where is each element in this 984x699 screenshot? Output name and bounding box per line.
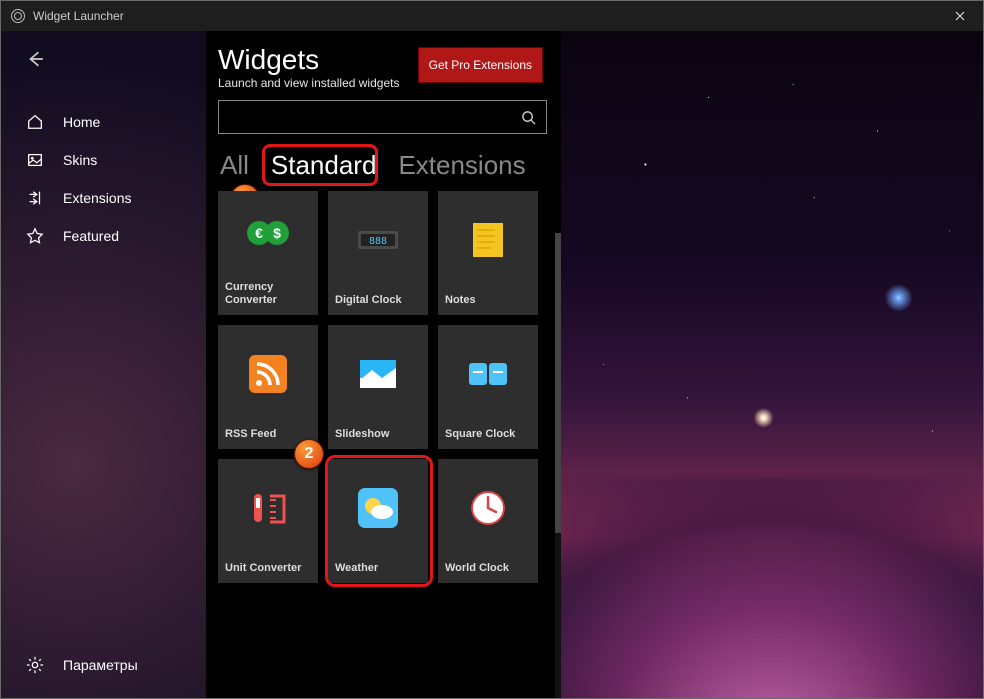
main-panel: Widgets Launch and view installed widget… bbox=[206, 31, 561, 698]
svg-text:$: $ bbox=[273, 225, 281, 241]
widget-weather[interactable]: Weather bbox=[328, 459, 428, 583]
widget-label: Notes bbox=[438, 288, 538, 315]
digital-clock-icon: 888 bbox=[328, 191, 428, 288]
get-pro-button[interactable]: Get Pro Extensions bbox=[418, 47, 543, 83]
sidebar-item-label: Home bbox=[63, 114, 100, 130]
widget-label: Currency Converter bbox=[218, 275, 318, 315]
widget-label: Square Clock bbox=[438, 422, 538, 449]
widget-digital-clock[interactable]: 888 Digital Clock bbox=[328, 191, 428, 315]
skins-icon bbox=[25, 150, 45, 170]
rss-icon bbox=[218, 325, 318, 422]
widget-grid-wrap: €$ Currency Converter 888 Digital Clock bbox=[206, 191, 561, 698]
back-arrow-icon bbox=[26, 50, 44, 68]
back-button[interactable] bbox=[13, 37, 57, 81]
widget-label: Weather bbox=[328, 556, 428, 583]
unit-converter-icon bbox=[218, 459, 318, 556]
sidebar: Home Skins Extensions Featured Параметры bbox=[1, 31, 206, 698]
search-input[interactable] bbox=[218, 100, 547, 134]
titlebar: Widget Launcher bbox=[1, 1, 983, 31]
page-title: Widgets bbox=[218, 45, 418, 74]
svg-text:888: 888 bbox=[369, 236, 387, 247]
slideshow-icon bbox=[328, 325, 428, 422]
app-window: Widget Launcher Home Skins bbox=[0, 0, 984, 699]
widget-square-clock[interactable]: Square Clock bbox=[438, 325, 538, 449]
tab-all[interactable]: All bbox=[218, 150, 251, 181]
window-title: Widget Launcher bbox=[33, 9, 124, 23]
sidebar-item-label: Skins bbox=[63, 152, 97, 168]
nav: Home Skins Extensions Featured bbox=[1, 103, 206, 255]
square-clock-icon bbox=[438, 325, 538, 422]
widget-unit-converter[interactable]: Unit Converter bbox=[218, 459, 318, 583]
widget-label: World Clock bbox=[438, 556, 538, 583]
widget-slideshow[interactable]: Slideshow bbox=[328, 325, 428, 449]
extensions-icon bbox=[25, 188, 45, 208]
sidebar-item-extensions[interactable]: Extensions bbox=[1, 179, 206, 217]
world-clock-icon bbox=[438, 459, 538, 556]
widget-label: Digital Clock bbox=[328, 288, 428, 315]
widget-notes[interactable]: Notes bbox=[438, 191, 538, 315]
widget-label: Unit Converter bbox=[218, 556, 318, 583]
sidebar-item-skins[interactable]: Skins bbox=[1, 141, 206, 179]
notes-icon bbox=[438, 191, 538, 288]
sidebar-item-settings[interactable]: Параметры bbox=[1, 646, 206, 684]
widget-world-clock[interactable]: World Clock bbox=[438, 459, 538, 583]
widget-label: Slideshow bbox=[328, 422, 428, 449]
app-body: Home Skins Extensions Featured Параметры bbox=[1, 31, 983, 698]
sidebar-item-label: Extensions bbox=[63, 190, 131, 206]
widget-grid: €$ Currency Converter 888 Digital Clock bbox=[218, 191, 551, 583]
weather-icon bbox=[328, 459, 428, 556]
search-icon bbox=[521, 110, 536, 125]
desktop-wallpaper bbox=[561, 31, 983, 698]
home-icon bbox=[25, 112, 45, 132]
widget-rss-feed[interactable]: RSS Feed bbox=[218, 325, 318, 449]
widget-currency-converter[interactable]: €$ Currency Converter bbox=[218, 191, 318, 315]
tab-extensions[interactable]: Extensions bbox=[396, 150, 527, 181]
tab-standard[interactable]: Standard bbox=[269, 150, 379, 181]
sidebar-item-label: Параметры bbox=[63, 657, 138, 673]
app-icon bbox=[11, 9, 25, 23]
sidebar-item-home[interactable]: Home bbox=[1, 103, 206, 141]
tabs: All Standard Extensions 1 bbox=[218, 150, 561, 181]
star-icon bbox=[25, 226, 45, 246]
sidebar-item-label: Featured bbox=[63, 228, 119, 244]
page-subtitle: Launch and view installed widgets bbox=[218, 76, 418, 90]
gear-icon bbox=[25, 655, 45, 675]
main-header: Widgets Launch and view installed widget… bbox=[206, 31, 561, 100]
sidebar-item-featured[interactable]: Featured bbox=[1, 217, 206, 255]
close-button[interactable] bbox=[937, 1, 983, 31]
currency-icon: €$ bbox=[218, 191, 318, 275]
svg-text:€: € bbox=[255, 225, 263, 241]
close-icon bbox=[955, 11, 965, 21]
